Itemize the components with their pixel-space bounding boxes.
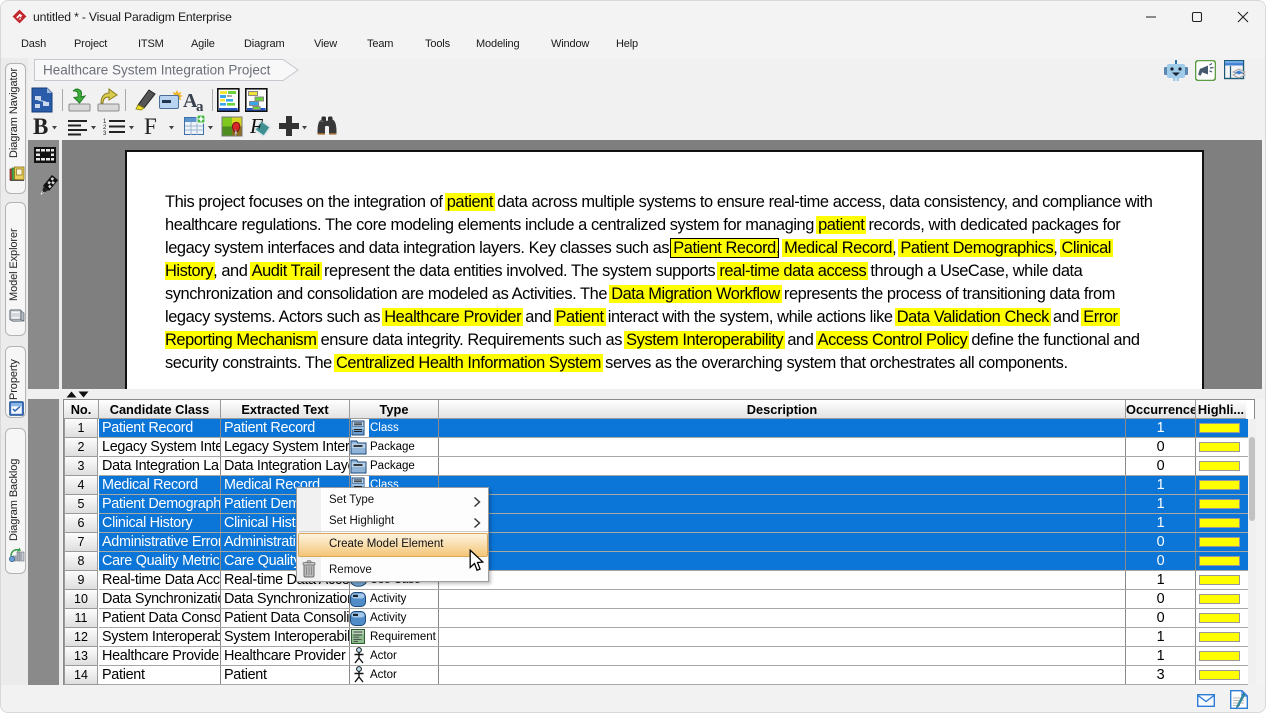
svg-text:3: 3 <box>103 131 107 137</box>
svg-text:F: F <box>144 114 157 139</box>
svg-text:F: F <box>249 114 263 138</box>
svg-text:a: a <box>196 99 204 113</box>
svg-text:Healthcare System Integration: Healthcare System Integration Project <box>43 63 271 78</box>
svg-text:B: B <box>33 114 48 139</box>
